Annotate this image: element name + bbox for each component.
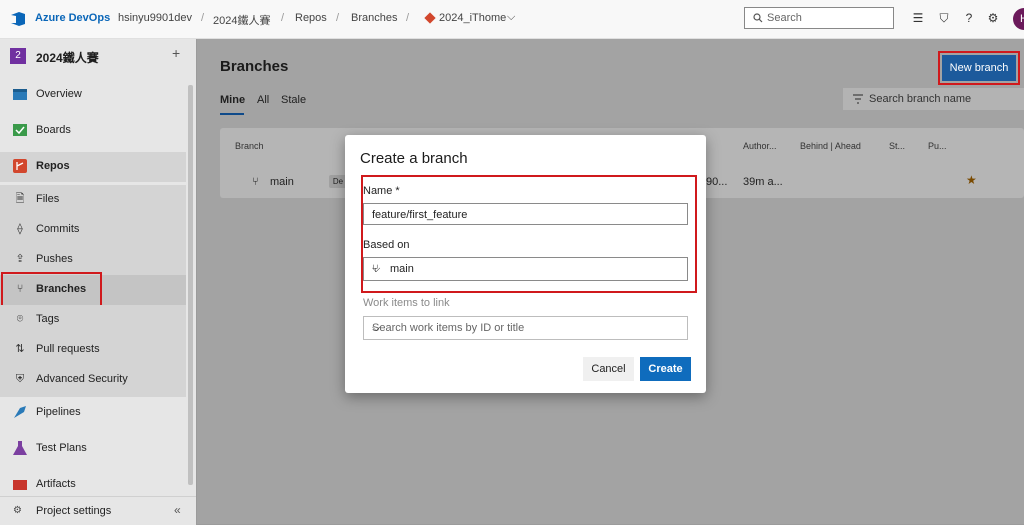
tag-icon: ⌾ bbox=[16, 313, 24, 325]
work-items-search-input[interactable]: Search work items by ID or title ⌵ bbox=[363, 316, 688, 340]
project-name[interactable]: 2024鐵人賽 bbox=[36, 49, 99, 66]
based-on-dropdown[interactable]: ⑂ main ⌵ bbox=[363, 257, 688, 281]
sidebar-item-artifacts[interactable]: Artifacts bbox=[0, 470, 186, 492]
push-icon: ⇪ bbox=[15, 253, 25, 265]
column-header-status[interactable]: St... bbox=[889, 141, 905, 151]
sidebar-item-commits[interactable]: ⟠ Commits bbox=[0, 215, 186, 245]
page-title: Branches bbox=[220, 58, 289, 75]
sidebar-item-pipelines[interactable]: Pipelines bbox=[0, 398, 186, 428]
column-header-author[interactable]: Author... bbox=[743, 141, 777, 151]
branch-name-link[interactable]: main bbox=[270, 176, 294, 188]
cancel-button[interactable]: Cancel bbox=[583, 357, 634, 381]
breadcrumb-separator: / bbox=[281, 12, 285, 24]
commit-icon: ⟠ bbox=[17, 223, 23, 235]
new-branch-highlight-box bbox=[938, 51, 1020, 85]
sidebar-item-tags[interactable]: ⌾ Tags bbox=[0, 305, 186, 335]
chevron-down-icon: ⌵ bbox=[372, 322, 381, 334]
tab-stale[interactable]: Stale bbox=[281, 94, 306, 106]
branches-highlight-box bbox=[1, 272, 102, 307]
dialog-title: Create a branch bbox=[360, 150, 468, 167]
overview-icon bbox=[13, 89, 27, 100]
sidebar-item-overview[interactable]: Overview bbox=[0, 80, 186, 110]
repos-icon bbox=[13, 159, 27, 173]
project-badge: 2 bbox=[10, 48, 26, 64]
column-header-behind-ahead[interactable]: Behind | Ahead bbox=[800, 141, 861, 151]
tab-mine[interactable]: Mine bbox=[220, 94, 245, 106]
sidebar-item-repos[interactable]: Repos bbox=[0, 152, 186, 182]
breadcrumb-separator: / bbox=[336, 12, 340, 24]
sidebar-item-advanced-security[interactable]: ⛨ Advanced Security bbox=[0, 365, 186, 397]
branch-search-input[interactable]: Search branch name bbox=[843, 88, 1024, 110]
search-icon bbox=[753, 13, 763, 23]
collapse-sidebar-button[interactable]: « bbox=[174, 503, 181, 517]
breadcrumb-project[interactable]: 2024鐵人賽 bbox=[213, 12, 270, 28]
azure-devops-logo-icon[interactable] bbox=[10, 11, 26, 27]
artifacts-icon bbox=[13, 480, 27, 490]
boards-icon bbox=[13, 124, 27, 136]
breadcrumb-repos[interactable]: Repos bbox=[295, 12, 327, 24]
breadcrumb-separator: / bbox=[201, 12, 205, 24]
chevron-down-icon: ⌵ bbox=[372, 263, 381, 275]
sidebar-scrollbar[interactable] bbox=[188, 85, 193, 485]
brand-link[interactable]: Azure DevOps bbox=[35, 12, 110, 24]
project-settings-link[interactable]: Project settings bbox=[36, 505, 111, 517]
filter-icon bbox=[853, 94, 863, 104]
chevron-down-icon[interactable]: ⌵ bbox=[507, 11, 515, 24]
gear-icon: ⚙ bbox=[13, 505, 22, 516]
sidebar-item-boards[interactable]: Boards bbox=[0, 116, 186, 146]
global-search-input[interactable]: Search bbox=[744, 7, 894, 29]
sidebar-item-pull-requests[interactable]: ⇅ Pull requests bbox=[0, 335, 186, 365]
column-header-branch[interactable]: Branch bbox=[235, 141, 264, 151]
marketplace-icon[interactable]: ⛉ bbox=[937, 11, 951, 25]
sidebar-item-pushes[interactable]: ⇪ Pushes bbox=[0, 245, 186, 275]
favorite-star-icon[interactable]: ★ bbox=[966, 173, 977, 187]
column-header-pull-request[interactable]: Pu... bbox=[928, 141, 947, 151]
sidebar-item-files[interactable]: 🗎 Files bbox=[0, 185, 186, 215]
file-icon: 🗎 bbox=[15, 193, 25, 205]
based-on-label: Based on bbox=[363, 239, 410, 251]
sidebar-item-test-plans[interactable]: Test Plans bbox=[0, 434, 186, 464]
breadcrumb-repo[interactable]: 2024_iThome bbox=[439, 12, 506, 24]
name-label: Name * bbox=[363, 185, 400, 197]
author-time: 39m a... bbox=[743, 176, 783, 188]
user-settings-icon[interactable]: ⚙ bbox=[986, 11, 1000, 25]
pipelines-icon bbox=[14, 406, 26, 418]
breadcrumb-org[interactable]: hsinyu9901dev bbox=[118, 12, 192, 24]
test-plans-icon bbox=[13, 441, 27, 455]
breadcrumb-separator: / bbox=[406, 12, 410, 24]
work-items-label: Work items to link bbox=[363, 297, 450, 309]
shield-icon: ⛨ bbox=[15, 373, 25, 385]
create-button[interactable]: Create bbox=[640, 357, 691, 381]
branch-icon: ⑂ bbox=[252, 176, 259, 188]
help-icon[interactable]: ? bbox=[962, 11, 976, 25]
task-list-icon[interactable]: ☰ bbox=[911, 11, 925, 25]
git-repo-icon bbox=[424, 12, 436, 24]
add-icon[interactable]: + bbox=[172, 45, 180, 61]
commit-id[interactable]: 90... bbox=[706, 176, 727, 188]
pull-request-icon: ⇅ bbox=[15, 343, 25, 355]
tab-all[interactable]: All bbox=[257, 94, 269, 106]
active-tab-indicator bbox=[220, 113, 244, 115]
branch-name-input[interactable]: feature/first_feature bbox=[363, 203, 688, 225]
breadcrumb-branches[interactable]: Branches bbox=[351, 12, 397, 24]
